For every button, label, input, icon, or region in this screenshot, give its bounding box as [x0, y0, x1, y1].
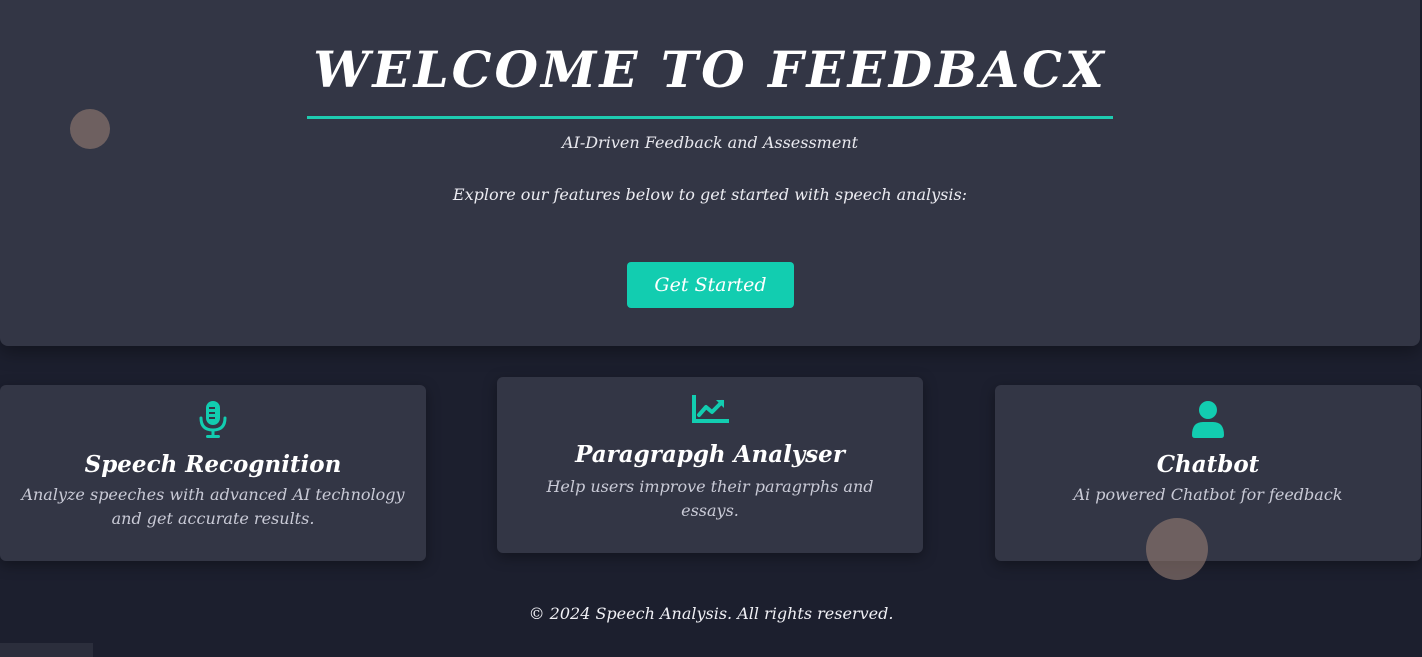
user-icon [995, 400, 1421, 438]
chart-line-icon [497, 395, 923, 425]
feature-description: Analyze speeches with advanced AI techno… [21, 485, 405, 528]
feature-card-paragraph-analyser[interactable]: Paragrapgh Analyser Help users improve t… [497, 377, 923, 553]
page-title: WELCOME TO FEEDBACX [313, 40, 1107, 99]
feature-card-speech-recognition[interactable]: Speech Recognition Analyze speeches with… [0, 385, 426, 561]
feature-title: Paragrapgh Analyser [575, 441, 845, 468]
feature-title: Speech Recognition [84, 451, 342, 478]
footer-copyright: © 2024 Speech Analysis. All rights reser… [528, 604, 894, 623]
hero-subtitle: AI-Driven Feedback and Assessment [561, 133, 859, 152]
decorative-circle [1146, 518, 1208, 580]
feature-title: Chatbot [1156, 451, 1260, 478]
feature-description: Help users improve their paragrphs and e… [546, 477, 874, 520]
feature-card-chatbot[interactable]: Chatbot Ai powered Chatbot for feedback [995, 385, 1421, 561]
corner-tab [0, 643, 93, 657]
hero-section: WELCOME TO FEEDBACX AI-Driven Feedback a… [0, 0, 1420, 346]
feature-description: Ai powered Chatbot for feedback [1073, 485, 1343, 504]
microphone-icon [0, 400, 426, 438]
hero-explore-text: Explore our features below to get starte… [452, 185, 968, 204]
get-started-button[interactable]: Get Started [627, 262, 794, 308]
title-underline [307, 116, 1113, 119]
